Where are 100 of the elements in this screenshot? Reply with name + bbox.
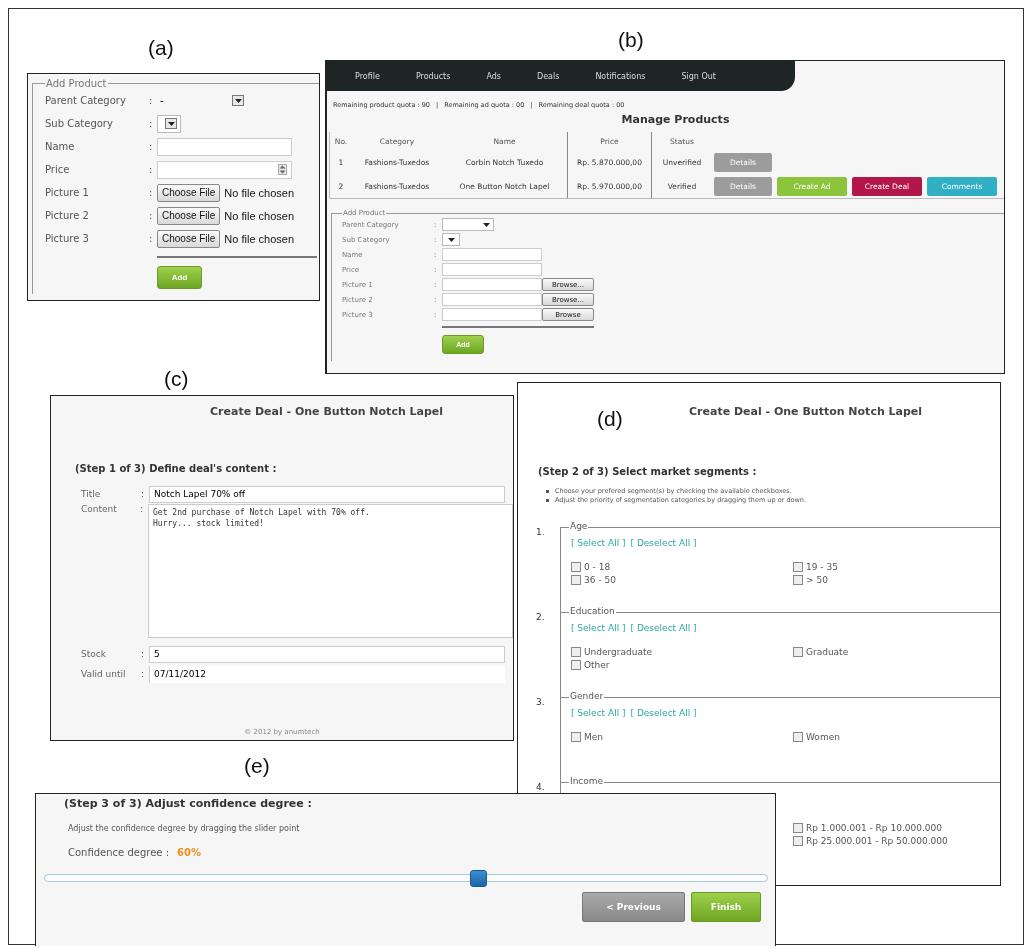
checkbox-label: 19 - 35 xyxy=(806,562,838,572)
field-label: Parent Category xyxy=(45,95,127,106)
step-heading: (Step 1 of 3) Define deal's content : xyxy=(75,463,278,474)
number-field[interactable] xyxy=(157,160,292,179)
group-number: 3. xyxy=(536,697,546,709)
field-label: Picture 3 xyxy=(45,233,90,244)
file-status-text: No file chosen xyxy=(224,232,295,245)
field-label: Title xyxy=(81,489,102,499)
field-label: Name xyxy=(45,141,76,152)
nav-link[interactable]: Sign Out xyxy=(681,71,716,81)
input-field[interactable] xyxy=(157,137,292,156)
panel-label: (d) xyxy=(597,407,623,430)
group-number: 1. xyxy=(536,527,546,539)
panel-label: (c) xyxy=(164,367,189,390)
file-status-text: No file chosen xyxy=(224,209,295,222)
group-number: 2. xyxy=(536,612,546,624)
checkbox-label: 36 - 50 xyxy=(584,575,616,585)
field-label: Sub Category xyxy=(45,118,114,129)
panel-label: (b) xyxy=(618,28,644,51)
field-separator: : xyxy=(141,669,146,679)
input-field[interactable]: Notch Lapel 70% off xyxy=(149,485,505,503)
checkbox[interactable] xyxy=(571,562,581,572)
nav-link[interactable]: Deals xyxy=(537,71,560,81)
dropdown-button[interactable] xyxy=(232,95,244,106)
field-separator: : xyxy=(149,118,154,129)
checkbox[interactable] xyxy=(793,647,803,657)
choose-file-button[interactable]: Choose File xyxy=(157,229,221,248)
spinner-icon[interactable] xyxy=(278,164,287,175)
select-field[interactable] xyxy=(442,218,494,231)
bullet-icon xyxy=(546,490,549,493)
group-legend: Education xyxy=(569,606,616,616)
checkbox[interactable] xyxy=(793,562,803,572)
checkbox-label: Women xyxy=(806,732,840,742)
field-separator: : xyxy=(149,164,154,175)
checkbox[interactable] xyxy=(793,732,803,742)
slider-thumb[interactable] xyxy=(470,870,488,887)
field-separator: : xyxy=(149,95,154,106)
field-separator: : xyxy=(149,210,154,221)
checkbox[interactable] xyxy=(571,732,581,742)
checkbox-label: 0 - 18 xyxy=(584,562,611,572)
input-field[interactable] xyxy=(442,293,542,306)
input-field[interactable] xyxy=(442,263,542,276)
checkbox-label: Rp 1.000.001 - Rp 10.000.000 xyxy=(806,823,942,833)
checkbox-label: Men xyxy=(584,732,603,742)
nav-link[interactable]: Notifications xyxy=(595,71,646,81)
confidence-label: Confidence degree : xyxy=(68,847,169,858)
page-title: Manage Products xyxy=(620,113,731,126)
field-separator: : xyxy=(149,233,154,244)
checkbox-label: Graduate xyxy=(806,647,849,657)
checkbox[interactable] xyxy=(571,660,581,670)
field-label: Picture 1 xyxy=(45,187,90,198)
file-status-text: No file chosen xyxy=(224,186,295,199)
input-field[interactable] xyxy=(442,248,542,261)
input-field[interactable]: 07/11/2012 xyxy=(149,665,505,683)
field-separator: : xyxy=(141,649,146,659)
checkbox[interactable] xyxy=(571,575,581,585)
field-label: Content xyxy=(81,504,118,514)
caret-icon xyxy=(483,222,490,227)
select-field[interactable]: - xyxy=(157,91,247,110)
step-heading: (Step 2 of 3) Select market segments : xyxy=(538,466,758,477)
input-field[interactable]: 5 xyxy=(149,645,505,663)
nav-link[interactable]: Ads xyxy=(486,71,501,81)
nav-link[interactable]: Products xyxy=(415,71,451,81)
input-field[interactable] xyxy=(442,278,542,291)
choose-file-button[interactable]: Choose File xyxy=(157,183,221,202)
dropdown-button[interactable] xyxy=(165,118,177,129)
group-legend: Age xyxy=(569,521,589,531)
field-label: Picture 2 xyxy=(45,210,90,221)
field-label: Valid until xyxy=(81,669,127,679)
panel-label: (e) xyxy=(244,754,270,777)
page-title: Create Deal - One Button Notch Lapel xyxy=(210,405,445,418)
checkbox[interactable] xyxy=(571,647,581,657)
group-number: 4. xyxy=(536,782,546,794)
hint-text: Adjust the confidence degree by dragging the slider point xyxy=(68,824,301,833)
checkbox-label: Rp 25.000.001 - Rp 50.000.000 xyxy=(806,836,948,846)
text-area[interactable]: Get 2nd purchase of Notch Lapel with 70% off. Hurry... stock limited! xyxy=(148,504,513,638)
caret-icon xyxy=(447,237,455,242)
field-separator: : xyxy=(149,187,154,198)
page-title: Create Deal - One Button Notch Lapel xyxy=(689,405,924,418)
checkbox[interactable] xyxy=(793,836,803,846)
checkbox-label: > 50 xyxy=(806,575,828,585)
confidence-value: 60% xyxy=(177,847,201,858)
field-separator: : xyxy=(149,141,154,152)
field-separator: : xyxy=(140,504,145,514)
nav-link[interactable]: Profile xyxy=(355,71,380,81)
select-field[interactable] xyxy=(157,114,181,133)
field-label: Price xyxy=(45,164,71,175)
field-separator: : xyxy=(141,489,146,499)
group-legend: Income xyxy=(569,776,605,786)
checkbox-label: Other xyxy=(584,660,610,670)
caret-icon xyxy=(234,98,242,103)
checkbox-label: Undergraduate xyxy=(584,647,652,657)
checkbox[interactable] xyxy=(793,823,803,833)
step-heading: (Step 3 of 3) Adjust confidence degree : xyxy=(64,797,313,810)
field-label: Stock xyxy=(81,649,107,659)
select-field[interactable] xyxy=(442,233,460,246)
choose-file-button[interactable]: Choose File xyxy=(157,206,221,225)
checkbox[interactable] xyxy=(793,575,803,585)
caret-icon xyxy=(167,121,175,126)
input-field[interactable] xyxy=(442,308,542,321)
